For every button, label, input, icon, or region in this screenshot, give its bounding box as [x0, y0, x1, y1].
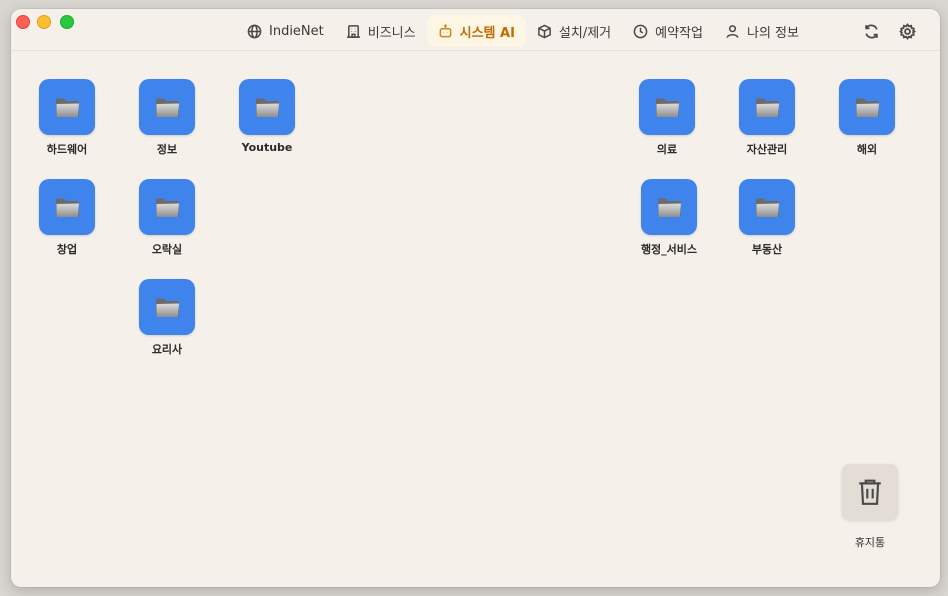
folder-label: 창업 [56, 243, 78, 256]
settings-button[interactable] [899, 23, 917, 41]
folder-icon [139, 179, 195, 235]
user-icon [726, 24, 739, 38]
folder-startup[interactable]: 창업 [27, 179, 107, 257]
close-window-button[interactable] [16, 15, 30, 29]
tab-label: IndieNet [269, 23, 324, 39]
refresh-icon [865, 24, 878, 39]
folder-label: 부동산 [751, 243, 783, 256]
trash-label: 휴지통 [854, 536, 886, 549]
main-tabs: IndieNet 비즈니스 시스템 AI 설치/제거 예약작업 나의 정보 [236, 15, 810, 47]
folder-real-estate[interactable]: 부동산 [727, 179, 807, 257]
app-window: IndieNet 비즈니스 시스템 AI 설치/제거 예약작업 나의 정보 하드… [11, 9, 940, 587]
trash-icon [859, 479, 881, 505]
tab-label: 비즈니스 [367, 25, 416, 41]
folder-label: 정보 [156, 143, 178, 156]
folder-hardware[interactable]: 하드웨어 [27, 79, 107, 157]
folder-icon [641, 179, 697, 235]
folder-icon [39, 79, 95, 135]
folder-icon [639, 79, 695, 135]
folder-label: 하드웨어 [46, 143, 88, 156]
folder-admin-service[interactable]: 행정_서비스 [629, 179, 709, 257]
tab-label: 나의 정보 [747, 25, 799, 41]
tab-label: 설치/제거 [558, 25, 612, 41]
globe-icon [247, 24, 262, 38]
folder-label: 의료 [656, 143, 678, 156]
folder-icon [139, 79, 195, 135]
tab-indienet[interactable]: IndieNet [236, 15, 335, 47]
robot-icon [439, 23, 452, 37]
folder-asset[interactable]: 자산관리 [727, 79, 807, 157]
folder-label: 행정_서비스 [640, 243, 698, 256]
zoom-window-button[interactable] [60, 15, 74, 29]
folder-cooking[interactable]: 요리사 [127, 279, 207, 357]
folder-recreation[interactable]: 오락실 [127, 179, 207, 257]
folder-medical[interactable]: 의료 [627, 79, 707, 157]
folder-icon [139, 279, 195, 335]
titlebar: IndieNet 비즈니스 시스템 AI 설치/제거 예약작업 나의 정보 [11, 9, 940, 51]
folder-icon [39, 179, 95, 235]
tab-business[interactable]: 비즈니스 [335, 15, 427, 47]
package-icon [538, 24, 551, 38]
trash[interactable]: 휴지통 [838, 464, 902, 550]
tab-label: 시스템 AI [459, 25, 515, 41]
folder-youtube[interactable]: Youtube [227, 79, 307, 154]
folder-icon [739, 79, 795, 135]
folder-label: 오락실 [151, 243, 183, 256]
gear-icon [899, 23, 916, 40]
folder-label: 요리사 [151, 343, 183, 356]
building-icon [346, 24, 360, 38]
tab-my-info[interactable]: 나의 정보 [714, 15, 810, 47]
refresh-button[interactable] [863, 23, 881, 41]
trash-tile [842, 464, 898, 520]
folder-overseas[interactable]: 해외 [827, 79, 907, 157]
folder-label: 해외 [856, 143, 878, 156]
minimize-window-button[interactable] [37, 15, 51, 29]
folder-icon [239, 79, 295, 135]
tab-install[interactable]: 설치/제거 [526, 15, 622, 47]
tab-scheduled[interactable]: 예약작업 [622, 15, 714, 47]
clock-icon [633, 24, 648, 38]
folder-label: 자산관리 [746, 143, 788, 156]
folder-label: Youtube [241, 141, 293, 154]
folder-icon [839, 79, 895, 135]
folder-info[interactable]: 정보 [127, 79, 207, 157]
tab-label: 예약작업 [655, 25, 703, 41]
tab-system-ai[interactable]: 시스템 AI [426, 15, 526, 47]
folder-icon [739, 179, 795, 235]
